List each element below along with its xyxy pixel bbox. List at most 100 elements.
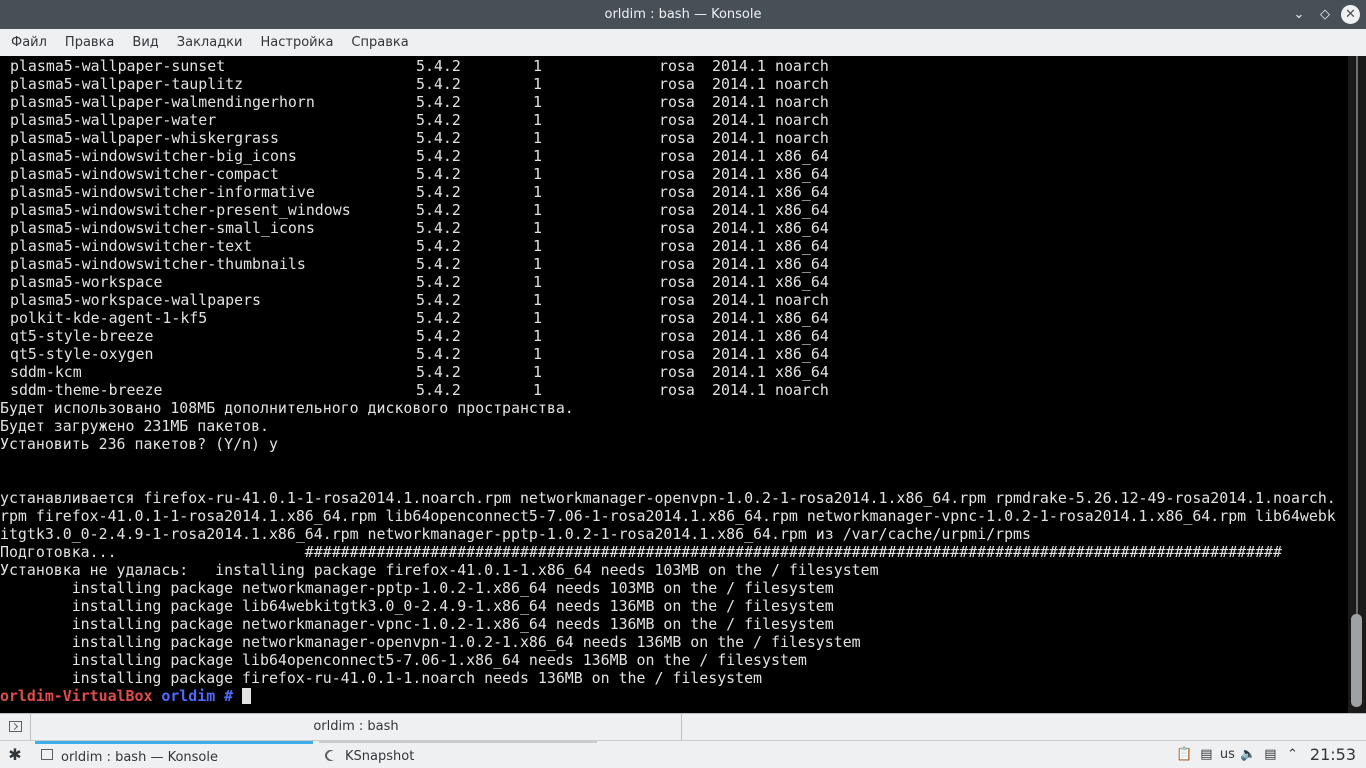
new-tab-icon[interactable] <box>9 721 22 732</box>
menu-view[interactable]: Вид <box>123 29 167 56</box>
package-row: plasma5-wallpaper-sunset 5.4.2 1 rosa 2014.1… <box>0 57 1348 75</box>
package-list: plasma5-wallpaper-sunset 5.4.2 1 rosa 2014.1… <box>0 57 1348 399</box>
package-release: 1 <box>533 237 542 255</box>
package-arch: x86_64 <box>775 309 829 327</box>
notes-icon[interactable]: ▤ <box>1198 746 1215 763</box>
package-arch: noarch <box>775 381 829 399</box>
package-repo: rosa <box>659 111 695 129</box>
package-version: 5.4.2 <box>416 93 461 111</box>
package-row: plasma5-windowswitcher-present_windows 5.… <box>0 201 1348 219</box>
expand-tray-icon[interactable]: ⌃ <box>1284 746 1301 763</box>
taskbar: ✱ orldim : bash — Konsole KSnapshot 📋 ▤ … <box>0 740 1366 768</box>
package-dist: 2014.1 <box>712 147 766 165</box>
package-arch: x86_64 <box>775 363 829 381</box>
package-repo: rosa <box>659 165 695 183</box>
package-version: 5.4.2 <box>416 291 461 309</box>
output-line: installing package networkmanager-openvp… <box>0 633 861 651</box>
package-release: 1 <box>533 75 542 93</box>
package-arch: x86_64 <box>775 183 829 201</box>
output-line: устанавливается firefox-ru-41.0.1-1-rosa… <box>0 489 1336 507</box>
system-tray: 📋 ▤ us 🔈 ▤ ⌃ 21:53 <box>1176 741 1366 768</box>
scroll-track[interactable] <box>1356 56 1358 616</box>
package-dist: 2014.1 <box>712 345 766 363</box>
task-ksnapshot-label: KSnapshot <box>345 749 415 764</box>
scroll-thumb[interactable] <box>1351 614 1362 707</box>
package-repo: rosa <box>659 345 695 363</box>
package-row: plasma5-wallpaper-tauplitz 5.4.2 1 rosa 2014… <box>0 75 1348 93</box>
package-name: plasma5-windowswitcher-text <box>10 237 253 255</box>
application-launcher-icon[interactable]: ✱ <box>6 746 24 764</box>
package-version: 5.4.2 <box>416 255 461 273</box>
tab-bash[interactable]: orldim : bash <box>30 714 682 740</box>
output-line: Установить 236 пакетов? (Y/n) y <box>0 435 278 453</box>
volume-icon[interactable]: 🔈 <box>1240 746 1257 763</box>
package-arch: x86_64 <box>775 273 829 291</box>
prompt-host: orldim-VirtualBox <box>0 687 153 705</box>
package-release: 1 <box>533 165 542 183</box>
package-arch: noarch <box>775 75 829 93</box>
package-repo: rosa <box>659 75 695 93</box>
package-version: 5.4.2 <box>416 111 461 129</box>
package-row: plasma5-windowswitcher-big_icons 5.4.2 1 ro… <box>0 147 1348 165</box>
package-repo: rosa <box>659 183 695 201</box>
output-line: Установка не удалась: installing package… <box>0 561 879 579</box>
package-repo: rosa <box>659 57 695 75</box>
package-version: 5.4.2 <box>416 309 461 327</box>
package-release: 1 <box>533 345 542 363</box>
clock[interactable]: 21:53 <box>1310 745 1356 764</box>
package-dist: 2014.1 <box>712 111 766 129</box>
menu-bookmarks[interactable]: Закладки <box>168 29 252 56</box>
package-dist: 2014.1 <box>712 237 766 255</box>
window-titlebar[interactable]: orldim : bash — Konsole ⌄ ◇ ✕ <box>0 0 1366 29</box>
package-version: 5.4.2 <box>416 183 461 201</box>
package-name: sddm-theme-breeze <box>10 381 163 399</box>
package-repo: rosa <box>659 129 695 147</box>
menu-file[interactable]: Файл <box>2 29 56 56</box>
clipboard-icon[interactable]: 📋 <box>1176 746 1193 763</box>
package-dist: 2014.1 <box>712 165 766 183</box>
maximize-icon[interactable]: ◇ <box>1315 4 1335 24</box>
package-arch: x86_64 <box>775 255 829 273</box>
terminal-output[interactable]: plasma5-wallpaper-sunset 5.4.2 1 rosa 2014.1… <box>0 56 1348 713</box>
package-repo: rosa <box>659 147 695 165</box>
network-icon[interactable]: ▤ <box>1262 746 1279 763</box>
package-row: sddm-kcm 5.4.2 1 rosa 2014.1 x86_64 <box>0 363 1348 381</box>
output-line: rpm firefox-41.0.1-1-rosa2014.1.x86_64.r… <box>0 507 1336 525</box>
package-dist: 2014.1 <box>712 57 766 75</box>
package-arch: noarch <box>775 57 829 75</box>
package-name: sddm-kcm <box>10 363 82 381</box>
package-row: plasma5-wallpaper-water 5.4.2 1 rosa 2014.1 n… <box>0 111 1348 129</box>
package-name: plasma5-windowswitcher-present_windows <box>10 201 351 219</box>
package-name: plasma5-windowswitcher-compact <box>10 165 279 183</box>
menu-edit[interactable]: Правка <box>56 29 123 56</box>
package-dist: 2014.1 <box>712 219 766 237</box>
package-dist: 2014.1 <box>712 183 766 201</box>
close-icon[interactable]: ✕ <box>1341 4 1360 24</box>
package-arch: x86_64 <box>775 165 829 183</box>
package-row: plasma5-windowswitcher-thumbnails 5.4.2 1 r… <box>0 255 1348 273</box>
minimize-icon[interactable]: ⌄ <box>1289 4 1309 24</box>
keyboard-layout[interactable]: us <box>1220 747 1235 762</box>
ksnapshot-icon <box>322 747 339 764</box>
task-ksnapshot[interactable]: KSnapshot <box>319 741 597 768</box>
output-line: installing package firefox-ru-41.0.1-1.n… <box>0 669 763 687</box>
output-line: installing package lib64openconnect5-7.0… <box>0 651 807 669</box>
task-konsole[interactable]: orldim : bash — Konsole <box>35 741 313 768</box>
terminal-scrollbar[interactable] <box>1348 56 1366 713</box>
package-release: 1 <box>533 381 542 399</box>
menu-settings[interactable]: Настройка <box>251 29 342 56</box>
package-row: plasma5-workspace-wallpapers 5.4.2 1 rosa 20… <box>0 291 1348 309</box>
package-arch: noarch <box>775 129 829 147</box>
package-arch: noarch <box>775 93 829 111</box>
command-output: Будет использовано 108МБ дополнительного… <box>0 399 1348 687</box>
package-release: 1 <box>533 183 542 201</box>
prompt-symbol: # <box>224 687 234 705</box>
package-repo: rosa <box>659 291 695 309</box>
package-row: plasma5-windowswitcher-text 5.4.2 1 rosa 201… <box>0 237 1348 255</box>
package-release: 1 <box>533 219 542 237</box>
package-release: 1 <box>533 147 542 165</box>
menu-help[interactable]: Справка <box>342 29 417 56</box>
package-dist: 2014.1 <box>712 363 766 381</box>
package-arch: noarch <box>775 111 829 129</box>
